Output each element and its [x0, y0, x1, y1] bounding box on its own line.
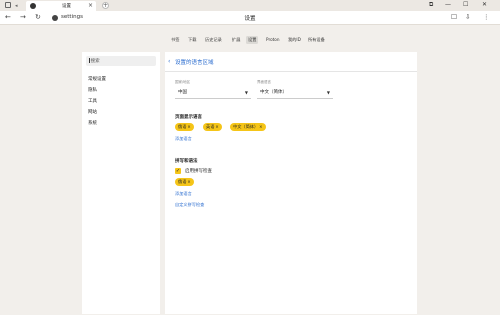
bookmark-icon[interactable]: ☐ [451, 13, 457, 21]
spellcheck-checkbox[interactable]: ✓ [175, 168, 181, 174]
nav-all-devices[interactable]: 所有设备 [306, 36, 327, 44]
spelling-title: 拼写和语法 [175, 159, 198, 164]
sidebar-item-tools[interactable]: 工具 [88, 98, 97, 104]
browser-toolbar: ← → ↻ settings 设置 ☐ ⇩ ⋮ [0, 11, 500, 25]
region-select[interactable]: 中国 ▼ [175, 88, 251, 99]
settings-sidebar: 搜索 常规设置 隐私 工具 网站 系统 [82, 52, 160, 314]
tab-bar: ◂ 设置 × + ⧉ — ☐ ✕ [0, 0, 500, 11]
chip-label: 俄语 [178, 179, 187, 184]
page-title: 设置 [244, 16, 256, 22]
sidebar-item-general[interactable]: 常规设置 [88, 76, 106, 82]
tab-title: 设置 [62, 4, 71, 9]
close-window-button[interactable]: ✕ [482, 1, 487, 8]
sidebar-item-privacy[interactable]: 隐私 [88, 87, 97, 93]
minimize-button[interactable]: — [445, 1, 451, 8]
tab-list-icon[interactable] [5, 2, 11, 8]
nav-my-id[interactable]: 我的ID [286, 36, 303, 44]
add-display-language-link[interactable]: 添加语言 [175, 136, 192, 142]
ui-language-value: 中文（简体） [260, 90, 287, 95]
sidebar-item-system[interactable]: 系统 [88, 120, 97, 126]
panel-header: ‹ 设置的语言区域 [165, 52, 417, 72]
sidebar-item-sites[interactable]: 网站 [88, 109, 97, 115]
custom-spellcheck-link[interactable]: 自定义拼写检查 [175, 202, 204, 208]
settings-favicon-icon [30, 3, 36, 9]
region-value: 中国 [178, 90, 187, 95]
search-placeholder: 搜索 [90, 59, 100, 64]
chip-remove-icon[interactable]: × [215, 124, 218, 129]
add-spellcheck-language-link[interactable]: 添加语言 [175, 191, 192, 197]
ui-language-label: 界面语言 [257, 80, 271, 84]
chip-remove-icon[interactable]: × [187, 179, 190, 184]
downloads-icon[interactable]: ⇩ [465, 13, 470, 21]
ui-language-select[interactable]: 中文（简体） ▼ [257, 88, 333, 99]
chevron-down-icon: ▼ [244, 90, 248, 95]
language-chip-chinese[interactable]: 中文（简体）× [230, 123, 266, 131]
tab-close-icon[interactable]: × [88, 2, 93, 9]
nav-history[interactable]: 历史记录 [203, 36, 224, 44]
maximize-button[interactable]: ☐ [463, 1, 468, 8]
back-arrow-icon[interactable]: ‹ [168, 58, 170, 65]
chip-label: 中文（简体） [233, 124, 259, 129]
nav-downloads[interactable]: 下载 [186, 36, 198, 44]
chip-label: 俄语 [178, 124, 187, 129]
chip-remove-icon[interactable]: × [187, 124, 190, 129]
spellcheck-label: 启用拼写检查 [185, 169, 212, 174]
nav-extensions[interactable]: 扩展 [230, 36, 242, 44]
language-settings-panel: ‹ 设置的语言区域 国家/地区 中国 ▼ 界面语言 中文（简体） ▼ 页面显示语… [165, 52, 417, 314]
chip-label: 英语 [206, 124, 215, 129]
text-caret [89, 58, 90, 63]
nav-proton[interactable]: Proton [264, 36, 282, 43]
chevron-down-icon: ▼ [326, 90, 330, 95]
settings-topnav: 书签 下载 历史记录 扩展 设置 Proton 我的ID 所有设备 [0, 36, 500, 44]
tab-settings[interactable]: 设置 × [26, 1, 96, 11]
nav-bookmarks[interactable]: 书签 [169, 36, 181, 44]
new-tab-button[interactable]: + [102, 2, 109, 9]
nav-settings[interactable]: 设置 [246, 36, 259, 44]
search-input[interactable]: 搜索 [86, 56, 156, 66]
spellcheck-chip-russian[interactable]: 俄语× [175, 178, 194, 186]
region-label: 国家/地区 [175, 80, 191, 84]
menu-icon[interactable]: ⋮ [483, 13, 490, 21]
panel-title: 设置的语言区域 [175, 60, 214, 66]
display-languages-title: 页面显示语言 [175, 115, 202, 120]
tab-menu-icon[interactable]: ◂ [15, 3, 18, 9]
restore-tabs-icon[interactable]: ⧉ [429, 1, 433, 9]
language-chip-english[interactable]: 英语× [203, 123, 222, 131]
language-chip-russian[interactable]: 俄语× [175, 123, 194, 131]
chip-remove-icon[interactable]: × [259, 124, 262, 129]
